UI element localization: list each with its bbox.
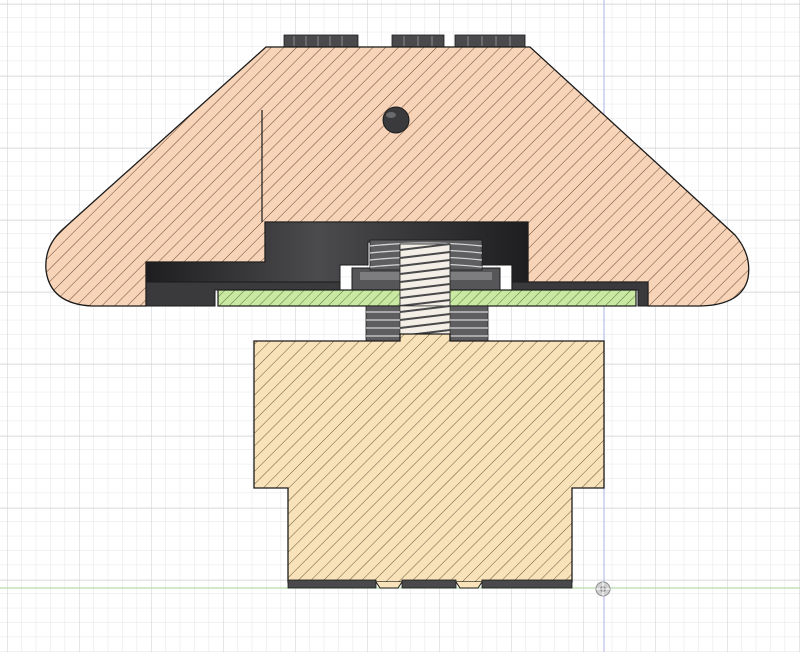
base-feet <box>287 579 573 589</box>
origin-point-icon[interactable] <box>595 581 611 597</box>
design-viewport[interactable] <box>0 0 800 652</box>
base-section[interactable] <box>253 333 605 583</box>
cap-pin-hole <box>382 106 410 134</box>
canvas[interactable] <box>0 0 800 652</box>
cap-pin-hole-shine <box>386 112 396 118</box>
